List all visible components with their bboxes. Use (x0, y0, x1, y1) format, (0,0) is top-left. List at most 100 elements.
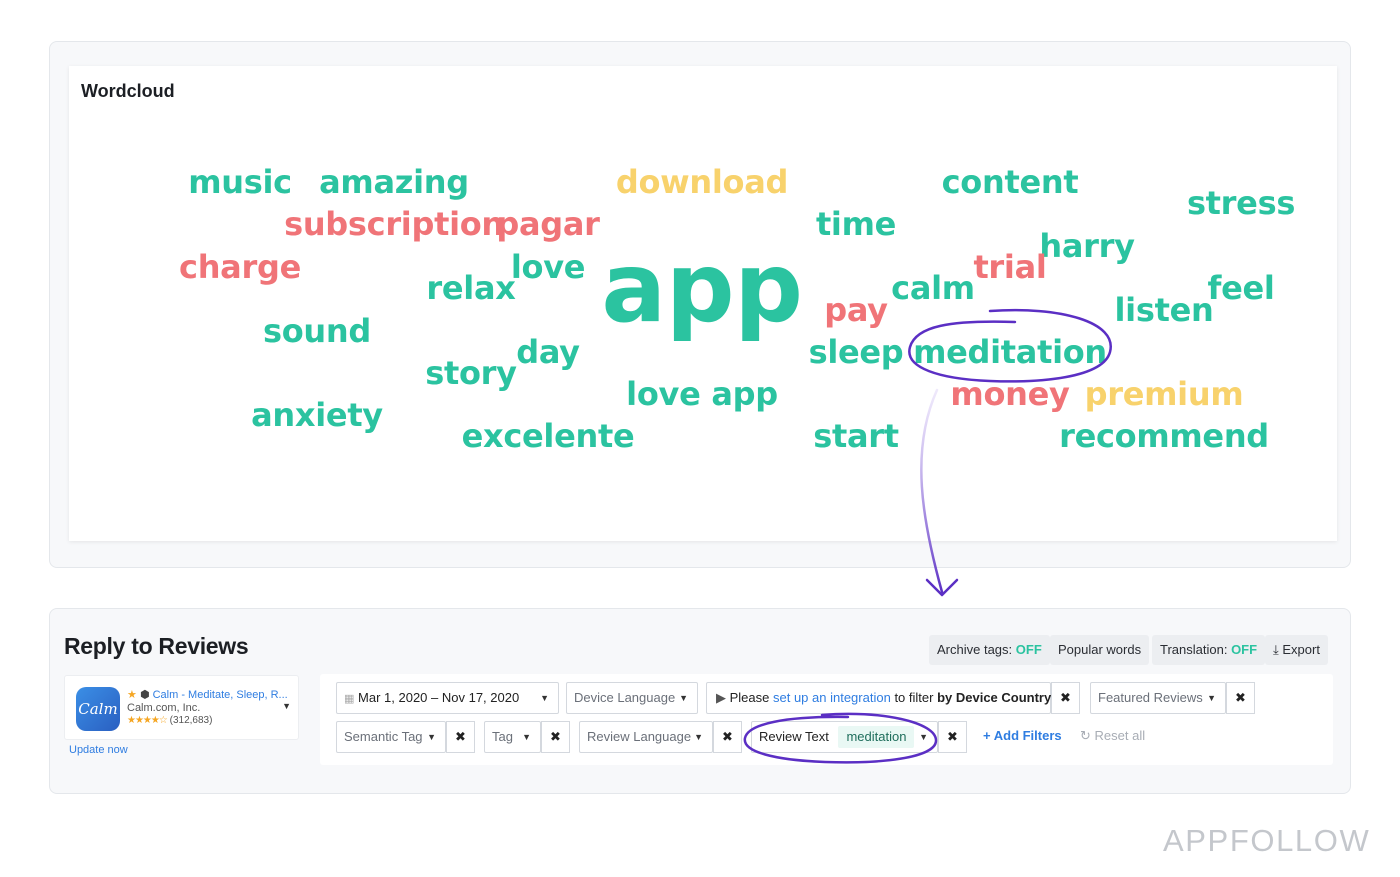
date-range-value: Mar 1, 2020 – Nov 17, 2020 (358, 690, 520, 705)
word-app[interactable]: app (601, 240, 803, 336)
calendar-icon: ▦ (344, 693, 355, 705)
featured-reviews-select[interactable]: Featured Reviews ▼ (1090, 682, 1226, 714)
word-pay[interactable]: pay (824, 294, 888, 326)
close-icon: ✖ (947, 729, 958, 744)
chevron-down-icon: ▼ (522, 732, 531, 742)
tag-label: Tag (492, 729, 513, 744)
word-sleep[interactable]: sleep (809, 336, 904, 368)
plus-icon: + (983, 728, 991, 743)
review-text-filter[interactable]: Review Text meditation ▼ (751, 721, 938, 753)
remove-review-language-button[interactable]: ✖ (713, 721, 742, 753)
archive-tags-toggle[interactable]: Archive tags: OFF (929, 635, 1050, 665)
wordcloud-card: Wordcloud music amazing download content… (69, 66, 1337, 541)
word-premium[interactable]: premium (1085, 378, 1244, 410)
close-icon: ✖ (550, 729, 561, 744)
word-trial[interactable]: trial (973, 251, 1046, 283)
tag-select[interactable]: Tag ▼ (484, 721, 541, 753)
app-name: ★ ⬢ Calm - Meditate, Sleep, R... (127, 688, 288, 701)
device-language-label: Device Language (574, 690, 676, 705)
integration-link[interactable]: set up an integration (773, 690, 891, 705)
review-language-label: Review Language (587, 729, 692, 744)
appfollow-logo: APPFOLLOW (1163, 823, 1371, 858)
download-icon: ⤓ (1273, 642, 1279, 657)
word-pagar[interactable]: pagar (496, 208, 600, 240)
word-stress[interactable]: stress (1187, 187, 1295, 219)
word-feel[interactable]: feel (1207, 272, 1274, 304)
popular-words-button[interactable]: Popular words (1050, 635, 1150, 665)
chevron-down-icon: ▼ (282, 701, 291, 711)
archive-tags-label: Archive tags: (937, 642, 1013, 657)
semantic-tag-label: Semantic Tag (344, 729, 423, 744)
review-text-label: Review Text (759, 729, 829, 744)
word-day[interactable]: day (516, 336, 580, 368)
word-listen[interactable]: listen (1115, 294, 1214, 326)
word-love-app[interactable]: love app (626, 378, 778, 410)
arrow-head (925, 578, 959, 597)
android-icon: ⬢ (139, 689, 150, 701)
word-relax[interactable]: relax (426, 272, 516, 304)
word-story[interactable]: story (425, 357, 517, 389)
word-time[interactable]: time (816, 208, 896, 240)
reviews-title: Reply to Reviews (64, 633, 249, 659)
translation-value: OFF (1231, 642, 1258, 657)
close-icon: ✖ (1235, 690, 1246, 705)
archive-tags-value: OFF (1015, 642, 1042, 657)
word-download[interactable]: download (616, 166, 789, 198)
word-content[interactable]: content (942, 166, 1079, 198)
translation-label: Translation: (1160, 642, 1228, 657)
close-icon: ✖ (455, 729, 466, 744)
word-music[interactable]: music (188, 166, 292, 198)
chevron-down-icon: ▼ (694, 732, 703, 742)
word-subscription[interactable]: subscription (284, 208, 504, 240)
google-play-icon: ▶ (716, 690, 726, 705)
close-icon: ✖ (722, 729, 733, 744)
add-filters-label: Add Filters (993, 728, 1062, 743)
word-amazing[interactable]: amazing (319, 166, 469, 198)
word-money[interactable]: money (950, 378, 1069, 410)
update-now-link[interactable]: Update now (69, 744, 128, 756)
word-meditation[interactable]: meditation (913, 336, 1107, 368)
chevron-down-icon: ▼ (919, 732, 928, 742)
word-calm[interactable]: calm (891, 272, 975, 304)
word-charge[interactable]: charge (179, 251, 301, 283)
translation-toggle[interactable]: Translation: OFF (1152, 635, 1266, 665)
chevron-down-icon: ▼ (427, 732, 436, 742)
app-rating: ★★★★☆ (312,683) (127, 715, 212, 726)
date-range-picker[interactable]: ▦ Mar 1, 2020 – Nov 17, 2020 ▼ (336, 682, 559, 714)
word-excelente[interactable]: excelente (462, 420, 635, 452)
app-selector[interactable]: Calm ★ ⬢ Calm - Meditate, Sleep, R... Ca… (64, 675, 299, 740)
star-icon: ★ (127, 689, 137, 701)
remove-semantic-tag-button[interactable]: ✖ (446, 721, 475, 753)
app-developer: Calm.com, Inc. (127, 702, 201, 714)
remove-featured-reviews-button[interactable]: ✖ (1226, 682, 1255, 714)
export-button[interactable]: ⤓ Export (1265, 635, 1328, 665)
device-country-filter[interactable]: ▶ Please set up an integration to filter… (706, 682, 1051, 714)
app-title: Calm - Meditate, Sleep, R... (152, 689, 288, 701)
review-language-select[interactable]: Review Language ▼ (579, 721, 713, 753)
featured-reviews-label: Featured Reviews (1098, 690, 1203, 705)
word-anxiety[interactable]: anxiety (251, 399, 383, 431)
review-text-chip[interactable]: meditation (838, 726, 915, 748)
word-start[interactable]: start (813, 420, 899, 452)
word-love[interactable]: love (511, 251, 586, 283)
device-language-select[interactable]: Device Language ▼ (566, 682, 698, 714)
word-harry[interactable]: harry (1039, 230, 1135, 262)
add-filters-button[interactable]: + Add Filters (983, 728, 1062, 743)
export-label: Export (1282, 642, 1320, 657)
remove-review-text-button[interactable]: ✖ (938, 721, 967, 753)
close-icon: ✖ (1060, 690, 1071, 705)
remove-device-country-button[interactable]: ✖ (1051, 682, 1080, 714)
remove-tag-button[interactable]: ✖ (541, 721, 570, 753)
integration-bold: by Device Country (937, 690, 1052, 705)
chevron-down-icon: ▼ (540, 693, 549, 703)
wordcloud-title: Wordcloud (81, 81, 175, 101)
semantic-tag-select[interactable]: Semantic Tag ▼ (336, 721, 446, 753)
reply-to-reviews-panel: Reply to Reviews Archive tags: OFF Popul… (49, 608, 1351, 794)
reset-icon: ↻ (1080, 728, 1091, 743)
word-sound[interactable]: sound (263, 315, 371, 347)
filters-area: ▦ Mar 1, 2020 – Nov 17, 2020 ▼ Device La… (320, 674, 1333, 765)
word-recommend[interactable]: recommend (1059, 420, 1269, 452)
reset-all-button[interactable]: ↻ Reset all (1080, 728, 1145, 744)
app-icon: Calm (76, 687, 120, 731)
rating-stars: ★★★★☆ (127, 715, 168, 726)
